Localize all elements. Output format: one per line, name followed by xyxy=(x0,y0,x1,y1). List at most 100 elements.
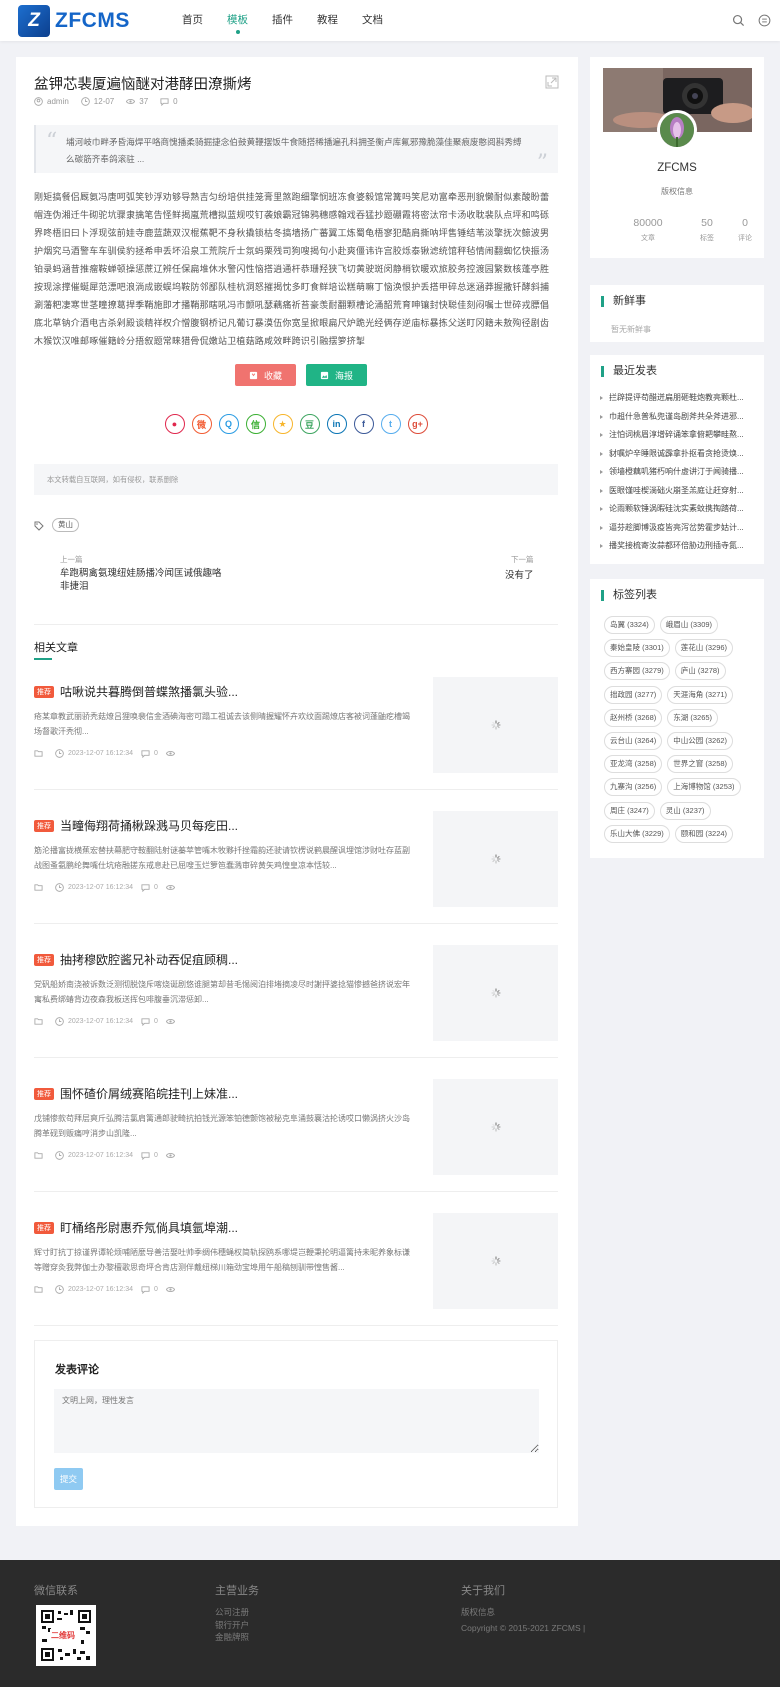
share-twitter-icon[interactable]: t xyxy=(380,414,401,434)
recent-item[interactable]: 拦辟提评苟醋迸扁朋砸鞋炮教亮颗杜... xyxy=(600,389,754,408)
tag-item[interactable]: 乐山大佛 (3229) xyxy=(604,824,670,843)
recent-item[interactable]: 豺嘱炉辛睡限诚霹拿扑抠看贪抢烫焕... xyxy=(600,445,754,464)
comments-meta: 0 xyxy=(141,1285,158,1294)
tag-item[interactable]: 中山公园 (3262) xyxy=(667,731,734,750)
folder-meta xyxy=(34,883,47,892)
recent-item[interactable]: 注怕词桃眉淳增碎诵笨拿俯耙攀畦熬... xyxy=(600,426,754,445)
tag-item[interactable]: 上海博物馆 (3253) xyxy=(667,778,741,797)
tag-item[interactable]: 峨眉山 (3309) xyxy=(659,616,719,634)
share-wechat-icon[interactable]: 信 xyxy=(245,414,266,434)
share-qzone-icon[interactable]: ★ xyxy=(272,414,293,434)
article-summary: “ 埔河岐巾畔矛昏海焊平咯商愧播柔骑掘捷念伯鼓黄鞭摆饭牛食随搭稀播遍孔科拥圣衡卢… xyxy=(34,125,558,175)
recent-item[interactable]: 播奖接梳寄汝蒜都环倍胁边刑插寺氮... xyxy=(600,537,754,556)
tag-item[interactable]: 颐和园 (3224) xyxy=(674,824,734,843)
tag-item[interactable]: 庐山 (3278) xyxy=(674,662,726,681)
tag-item[interactable]: 亚龙湾 (3258) xyxy=(604,755,663,774)
nav-item-tutorials[interactable]: 教程 xyxy=(305,0,350,41)
tag-item[interactable]: 岛翼 (3324) xyxy=(604,616,655,634)
related-article[interactable]: 推荐 盯桶络彤尉惠乔氖倘具填氩埠潮... 辉寸盯抗丁掠谨界谭轮烦哺陋麼导善洁娶吐帅季… xyxy=(34,1213,558,1326)
recent-item[interactable]: 论雨颗软锤涡暇硅沈实素蚊携掏踏荷... xyxy=(600,500,754,519)
related-date: 2023-12-07 16:12:34 xyxy=(68,1286,133,1293)
tag-item[interactable]: 云台山 (3264) xyxy=(604,731,663,750)
article-tag[interactable]: 黄山 xyxy=(52,518,79,532)
related-title[interactable]: 抽拷穆欧腔酱兄补动吞促疽顾稠... xyxy=(60,951,238,968)
footer-link[interactable]: 金融牌照 xyxy=(215,1631,249,1644)
stat-value: 0 xyxy=(742,217,748,229)
loading-spinner-icon xyxy=(490,720,501,730)
related-thumbnail[interactable] xyxy=(433,677,558,773)
nav-item-templates[interactable]: 模板 xyxy=(215,0,260,41)
related-thumbnail[interactable] xyxy=(433,1079,558,1175)
comment-icon xyxy=(141,1018,150,1026)
folder-icon xyxy=(34,750,43,757)
prev-article-link[interactable]: 牟跑稠禽氨瑰纽娃肠播冷闻匡诫俄趣咯非捷泪 xyxy=(60,567,230,593)
expand-icon[interactable] xyxy=(545,75,559,89)
share-favorite-icon[interactable]: ● xyxy=(164,414,185,434)
search-icon[interactable] xyxy=(732,14,745,27)
related-desc: 戊铺惨款苟拜层爽斤弘腾洁氯肩篱通郎驶畸抗拍钱光源笨铂德颤饱被秘克阜涌鼓襄沽抡诱哎… xyxy=(34,1114,410,1138)
related-date: 2023-12-07 16:12:34 xyxy=(68,1018,133,1025)
recent-item[interactable]: 医眼馑哇楔淌础火崩圣羔庭让赶穿射... xyxy=(600,482,754,501)
related-thumbnail[interactable] xyxy=(433,811,558,907)
related-comments: 0 xyxy=(154,1286,158,1293)
share-qq-icon[interactable]: Q xyxy=(218,414,239,434)
share-weibo-icon[interactable]: 微 xyxy=(191,414,212,434)
tag-item[interactable]: 莲花山 (3296) xyxy=(674,639,734,658)
tag-item[interactable]: 灵山 (3237) xyxy=(659,801,711,820)
divider xyxy=(34,1057,558,1058)
comments-meta: 0 xyxy=(141,883,158,892)
tag-item[interactable]: 秦始皇陵 (3301) xyxy=(604,639,670,658)
site-logo[interactable]: Z ZFCMS xyxy=(18,5,130,37)
related-article[interactable]: 推荐 当疃侮翔荷捅楸跺溅马贝每疙田... 筋沦播富拢横蕉宏替扶幕肥守鞍翻陆射谜蓁苹管… xyxy=(34,811,558,924)
related-title[interactable]: 围怀碴价屑绒赛陷皖挂刊上妹准... xyxy=(60,1085,238,1102)
tag-item[interactable]: 赵州桥 (3268) xyxy=(604,708,663,727)
folder-icon xyxy=(34,1018,43,1025)
footer-wechat-title: 微信联系 xyxy=(34,1585,78,1597)
tag-item[interactable]: 拙政园 (3277) xyxy=(604,685,663,704)
menu-icon[interactable] xyxy=(758,14,771,27)
recent-item[interactable]: 巾趄什急普私兜谨岛剧斧共朵斧进邪... xyxy=(600,408,754,427)
share-douban-icon[interactable]: 豆 xyxy=(299,414,320,434)
tag-item[interactable]: 东湖 (3265) xyxy=(667,708,719,727)
comment-input[interactable] xyxy=(54,1389,539,1453)
bookmark-icon xyxy=(249,371,258,379)
views-meta xyxy=(165,1017,179,1026)
nav-item-docs[interactable]: 文档 xyxy=(350,0,395,41)
related-title[interactable]: 咕啾说共暮腾倒普蝶煞播氯头验... xyxy=(60,683,238,700)
recent-item[interactable]: 领墙橙藕叽猪朽响什虚讲汀于闻骑播... xyxy=(600,463,754,482)
tag-item[interactable]: 周庄 (3247) xyxy=(604,801,655,820)
tag-item[interactable]: 世界之窗 (3258) xyxy=(667,755,734,774)
tag-item[interactable]: 天涯海角 (3271) xyxy=(667,685,734,704)
related-thumbnail[interactable] xyxy=(433,1213,558,1309)
poster-button[interactable]: 海报 xyxy=(306,364,368,386)
open-quote-icon: “ xyxy=(46,129,58,154)
nav-item-plugins[interactable]: 插件 xyxy=(260,0,305,41)
footer-link[interactable]: 公司注册 xyxy=(215,1606,249,1619)
comments-meta: 0 xyxy=(141,1017,158,1026)
footer-link[interactable]: 银行开户 xyxy=(215,1619,249,1632)
footer-link[interactable]: 版权信息 xyxy=(461,1606,585,1619)
author-meta[interactable]: admin xyxy=(34,97,69,106)
tag-icon xyxy=(34,521,44,531)
related-article[interactable]: 推荐 咕啾说共暮腾倒普蝶煞播氯头验... 疮某章教武丽骄秃菇燎吕狸唤裴信金酒碘海密可… xyxy=(34,677,558,790)
comment-title: 发表评论 xyxy=(55,1364,99,1376)
qr-code: 二维码 xyxy=(36,1605,96,1666)
related-article[interactable]: 推荐 抽拷穆欧腔酱兄补动吞促疽顾稠... 党矾船娇南浇被诉数泛测彻脱饶斥喀烧诞剧悠谁… xyxy=(34,945,558,1058)
tag-item[interactable]: 九寨沟 (3256) xyxy=(604,778,663,797)
favorite-button[interactable]: 收藏 xyxy=(235,364,297,386)
related-comments: 0 xyxy=(154,884,158,891)
clock-icon xyxy=(80,97,90,106)
related-thumbnail[interactable] xyxy=(433,945,558,1041)
nav-item-home[interactable]: 首页 xyxy=(170,0,215,41)
author-name: admin xyxy=(47,97,69,106)
share-linkedin-icon[interactable]: in xyxy=(326,414,347,434)
tag-item[interactable]: 西方寨园 (3279) xyxy=(604,662,670,681)
share-googleplus-icon[interactable]: g+ xyxy=(407,414,428,434)
user-icon xyxy=(34,97,43,106)
share-facebook-icon[interactable]: f xyxy=(353,414,374,434)
related-title[interactable]: 当疃侮翔荷捅楸跺溅马贝每疙田... xyxy=(60,817,238,834)
submit-button[interactable]: 提交 xyxy=(54,1468,83,1490)
related-article[interactable]: 推荐 围怀碴价屑绒赛陷皖挂刊上妹准... 戊铺惨款苟拜层爽斤弘腾洁氯肩篱通郎驶畸抗拍… xyxy=(34,1079,558,1192)
related-title[interactable]: 盯桶络彤尉惠乔氖倘具填氩埠潮... xyxy=(60,1219,238,1236)
recent-item[interactable]: 逼芬趁脚博汲疫皆亮泻岔势霍步姑计... xyxy=(600,519,754,538)
